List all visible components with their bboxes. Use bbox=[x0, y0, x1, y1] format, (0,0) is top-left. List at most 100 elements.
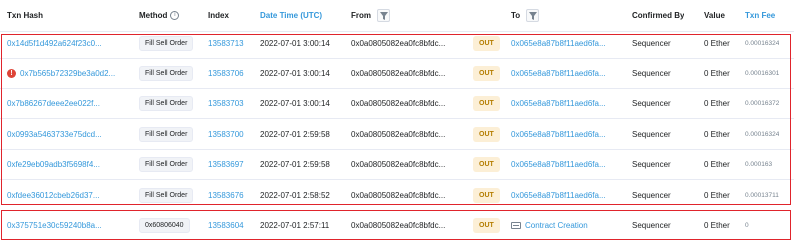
method-badge: 0x60806040 bbox=[139, 217, 190, 233]
col-date-time[interactable]: Date Time (UTC) bbox=[260, 0, 322, 31]
to-filter-icon[interactable] bbox=[526, 9, 540, 22]
table-row: 0xfe29eb09adb3f5698f4... Fill Sell Order 1… bbox=[0, 150, 794, 180]
confirmed-by-cell: Sequencer bbox=[632, 89, 671, 118]
col-txn-hash: Txn Hash bbox=[7, 11, 44, 20]
from-cell: 0x0a0805082ea0fc8bfdc... bbox=[351, 29, 445, 58]
value-text: 0 Ether bbox=[704, 130, 730, 139]
value-text: 0 Ether bbox=[704, 39, 730, 48]
confirmed-by-cell: Sequencer bbox=[632, 150, 671, 179]
txn-hash-link[interactable]: 0x7b86267deee2ee022f... bbox=[7, 99, 100, 108]
index-link[interactable]: 13583604 bbox=[208, 221, 244, 230]
fee-text: 0.00016324 bbox=[745, 40, 780, 47]
from-address: 0x0a0805082ea0fc8bfdc... bbox=[351, 190, 446, 200]
date-text: 2022-07-01 2:57:11 bbox=[260, 220, 330, 230]
table-row: 0xfdee36012cbeb26d37... Fill Sell Order 13… bbox=[0, 180, 794, 210]
method-badge: Fill Sell Order bbox=[139, 96, 194, 111]
txn-hash-link[interactable]: 0x14d5f1d492a624f23c0... bbox=[7, 39, 102, 48]
table-row: ! 0x7b565b72329be3a0d2... Fill Sell Order 1… bbox=[0, 59, 794, 89]
out-badge: OUT bbox=[473, 157, 500, 172]
date-text: 2022-07-01 3:00:14 bbox=[260, 69, 330, 78]
col-to: To bbox=[511, 0, 540, 31]
date-text: 2022-07-01 2:58:52 bbox=[260, 190, 330, 200]
index-cell: 13583703 bbox=[208, 89, 244, 118]
txn-hash-cell: 0x7b86267deee2ee022f... bbox=[7, 89, 100, 118]
value-text: 0 Ether bbox=[704, 160, 730, 169]
date-text: 2022-07-01 2:59:58 bbox=[260, 130, 330, 139]
to-cell: 0x065e8a87b8f11aed6fa... bbox=[511, 59, 623, 88]
to-address-link[interactable]: 0x065e8a87b8f11aed6fa... bbox=[511, 191, 606, 200]
index-link[interactable]: 13583713 bbox=[208, 39, 244, 48]
fee-text: 0.00016372 bbox=[745, 100, 780, 107]
value-cell: 0 Ether bbox=[704, 180, 730, 210]
to-address-link[interactable]: 0x065e8a87b8f11aed6fa... bbox=[511, 99, 606, 108]
out-badge: OUT bbox=[473, 217, 500, 233]
table-row: 0x0993a5463733e75dcd... Fill Sell Order 13… bbox=[0, 120, 794, 150]
col-txn-fee[interactable]: Txn Fee bbox=[745, 0, 775, 31]
info-icon[interactable]: i bbox=[170, 11, 180, 20]
txn-hash-link[interactable]: 0x0993a5463733e75dcd... bbox=[7, 130, 102, 139]
col-from: From bbox=[351, 0, 390, 31]
txn-hash-link[interactable]: 0x7b565b72329be3a0d2... bbox=[20, 69, 115, 78]
confirmed-by-text: Sequencer bbox=[632, 190, 671, 200]
to-address-link[interactable]: 0x065e8a87b8f11aed6fa... bbox=[511, 69, 606, 78]
txn-hash-cell: 0x375751e30c59240b8a... bbox=[7, 210, 102, 240]
from-filter-icon[interactable] bbox=[377, 9, 390, 22]
value-text: 0 Ether bbox=[704, 220, 730, 230]
table-row: 0x14d5f1d492a624f23c0... Fill Sell Order 1… bbox=[0, 29, 794, 59]
txn-hash-link[interactable]: 0xfe29eb09adb3f5698f4... bbox=[7, 160, 100, 169]
direction-cell: OUT bbox=[473, 29, 500, 58]
txn-hash-link[interactable]: 0xfdee36012cbeb26d37... bbox=[7, 191, 100, 200]
txn-hash-cell: 0x14d5f1d492a624f23c0... bbox=[7, 29, 102, 58]
fee-cell: 0.00013711 bbox=[745, 180, 779, 210]
direction-cell: OUT bbox=[473, 89, 500, 118]
confirmed-by-cell: Sequencer bbox=[632, 59, 671, 88]
col-value: Value bbox=[704, 11, 725, 20]
from-address: 0x0a0805082ea0fc8bfdc... bbox=[351, 39, 446, 48]
direction-cell: OUT bbox=[473, 150, 500, 179]
index-link[interactable]: 13583697 bbox=[208, 160, 244, 169]
to-cell: Contract Creation bbox=[511, 210, 623, 240]
index-link[interactable]: 13583676 bbox=[208, 191, 244, 200]
method-cell: Fill Sell Order bbox=[139, 29, 194, 58]
fee-text: 0.000163 bbox=[745, 161, 773, 168]
out-badge: OUT bbox=[473, 96, 500, 111]
confirmed-by-text: Sequencer bbox=[632, 39, 671, 48]
method-badge: Fill Sell Order bbox=[139, 157, 194, 172]
direction-cell: OUT bbox=[473, 120, 500, 149]
to-cell: 0x065e8a87b8f11aed6fa... bbox=[511, 89, 623, 118]
to-link[interactable]: Contract Creation bbox=[525, 221, 588, 230]
date-cell: 2022-07-01 2:58:52 bbox=[260, 180, 330, 210]
fee-cell: 0.00016324 bbox=[745, 29, 779, 58]
txn-hash-link[interactable]: 0x375751e30c59240b8a... bbox=[7, 221, 102, 230]
col-confirmed-by: Confirmed By bbox=[632, 11, 685, 20]
table-row: 0x375751e30c59240b8a... 0x60806040 1358360… bbox=[0, 210, 794, 240]
to-cell: 0x065e8a87b8f11aed6fa... bbox=[511, 120, 623, 149]
value-cell: 0 Ether bbox=[704, 120, 730, 149]
confirmed-by-cell: Sequencer bbox=[632, 120, 671, 149]
method-badge: Fill Sell Order bbox=[139, 66, 194, 81]
from-cell: 0x0a0805082ea0fc8bfdc... bbox=[351, 120, 445, 149]
fee-cell: 0.00016324 bbox=[745, 120, 779, 149]
index-link[interactable]: 13583703 bbox=[208, 99, 244, 108]
value-text: 0 Ether bbox=[704, 69, 730, 78]
value-cell: 0 Ether bbox=[704, 59, 730, 88]
date-text: 2022-07-01 3:00:14 bbox=[260, 99, 330, 108]
to-address-link[interactable]: 0x065e8a87b8f11aed6fa... bbox=[511, 160, 606, 169]
table-row: 0x7b86267deee2ee022f... Fill Sell Order 13… bbox=[0, 89, 794, 119]
method-cell: Fill Sell Order bbox=[139, 59, 194, 88]
date-cell: 2022-07-01 2:59:58 bbox=[260, 120, 330, 149]
fee-text: 0 bbox=[745, 221, 749, 229]
value-cell: 0 Ether bbox=[704, 210, 730, 240]
direction-cell: OUT bbox=[473, 210, 500, 240]
to-address-link[interactable]: 0x065e8a87b8f11aed6fa... bbox=[511, 39, 606, 48]
to-cell: 0x065e8a87b8f11aed6fa... bbox=[511, 180, 623, 210]
index-link[interactable]: 13583700 bbox=[208, 130, 244, 139]
to-address-link[interactable]: 0x065e8a87b8f11aed6fa... bbox=[511, 130, 606, 139]
from-cell: 0x0a0805082ea0fc8bfdc... bbox=[351, 150, 445, 179]
from-address: 0x0a0805082ea0fc8bfdc... bbox=[351, 130, 446, 139]
method-cell: 0x60806040 bbox=[139, 210, 190, 240]
index-link[interactable]: 13583706 bbox=[208, 69, 244, 78]
to-cell: 0x065e8a87b8f11aed6fa... bbox=[511, 29, 623, 58]
from-cell: 0x0a0805082ea0fc8bfdc... bbox=[351, 89, 445, 118]
from-cell: 0x0a0805082ea0fc8bfdc... bbox=[351, 59, 445, 88]
